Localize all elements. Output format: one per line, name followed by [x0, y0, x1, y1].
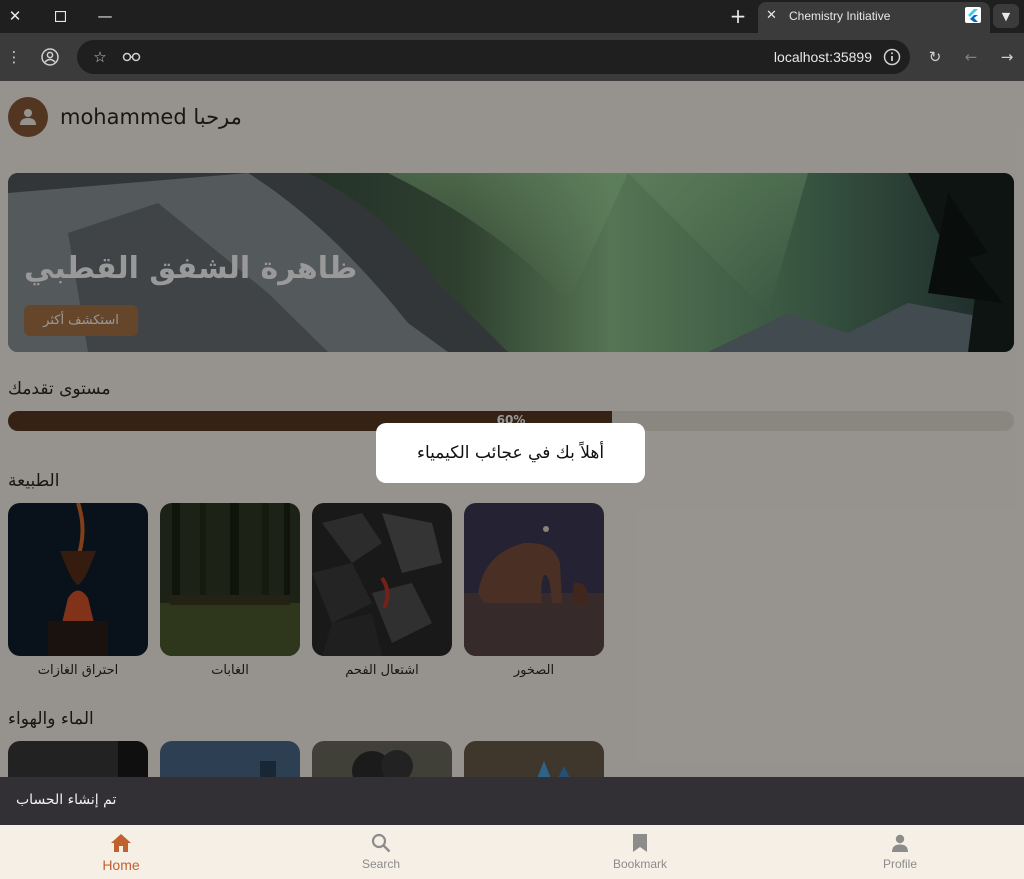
profile-icon	[830, 833, 970, 855]
nav-bookmark[interactable]: Bookmark	[570, 825, 710, 879]
search-icon	[311, 833, 451, 855]
window-minimize-icon[interactable]: —	[92, 4, 118, 28]
browser-address-bar: ⋮ ☆ localhost:35899 ↻ ← →	[0, 33, 1024, 81]
welcome-toast: أهلاً بك في عجائب الكيمياء	[376, 423, 645, 483]
nav-profile-label: Profile	[882, 857, 917, 871]
window-maximize-icon[interactable]	[47, 4, 73, 28]
flutter-favicon-icon	[965, 7, 981, 23]
snackbar-text: تم إنشاء الحساب	[16, 792, 117, 808]
browser-tab-bar: ✕ — + ✕ Chemistry Initiative ▼	[0, 0, 1024, 33]
forward-arrow-icon[interactable]: →	[995, 45, 1019, 69]
nav-search[interactable]: Search	[311, 825, 451, 879]
home-icon	[51, 833, 191, 855]
nav-profile[interactable]: Profile	[830, 825, 970, 879]
browser-menu-icon[interactable]: ⋮	[2, 45, 26, 69]
snackbar: تم إنشاء الحساب	[0, 777, 1024, 825]
url-text[interactable]: localhost:35899	[774, 49, 872, 65]
app-viewport: مرحبا mohammed ظاهرة الشفق القطبي استكشف…	[0, 81, 1024, 879]
tab-title: Chemistry Initiative	[789, 9, 891, 23]
back-arrow-icon[interactable]: ←	[959, 45, 983, 69]
bookmark-star-icon[interactable]: ☆	[88, 45, 112, 69]
extension-key-icon[interactable]	[120, 45, 144, 69]
tab-search-menu-icon[interactable]: ▼	[993, 4, 1019, 28]
window-close-icon[interactable]: ✕	[2, 4, 28, 28]
new-tab-icon[interactable]: +	[725, 4, 751, 28]
browser-tab[interactable]: ✕ Chemistry Initiative	[758, 2, 990, 33]
nav-home[interactable]: Home	[51, 825, 191, 879]
site-info-icon[interactable]	[880, 45, 904, 69]
tab-close-icon[interactable]: ✕	[766, 8, 777, 23]
nav-search-label: Search	[361, 857, 401, 871]
reload-icon[interactable]: ↻	[923, 45, 947, 69]
bottom-navigation: Home Search Bookmark Profile	[0, 825, 1024, 879]
bookmark-icon	[570, 833, 710, 855]
profile-account-icon[interactable]	[38, 45, 62, 69]
nav-home-label: Home	[102, 857, 140, 873]
address-omnibox[interactable]: ☆ localhost:35899	[77, 40, 910, 74]
nav-bookmark-label: Bookmark	[612, 857, 668, 871]
